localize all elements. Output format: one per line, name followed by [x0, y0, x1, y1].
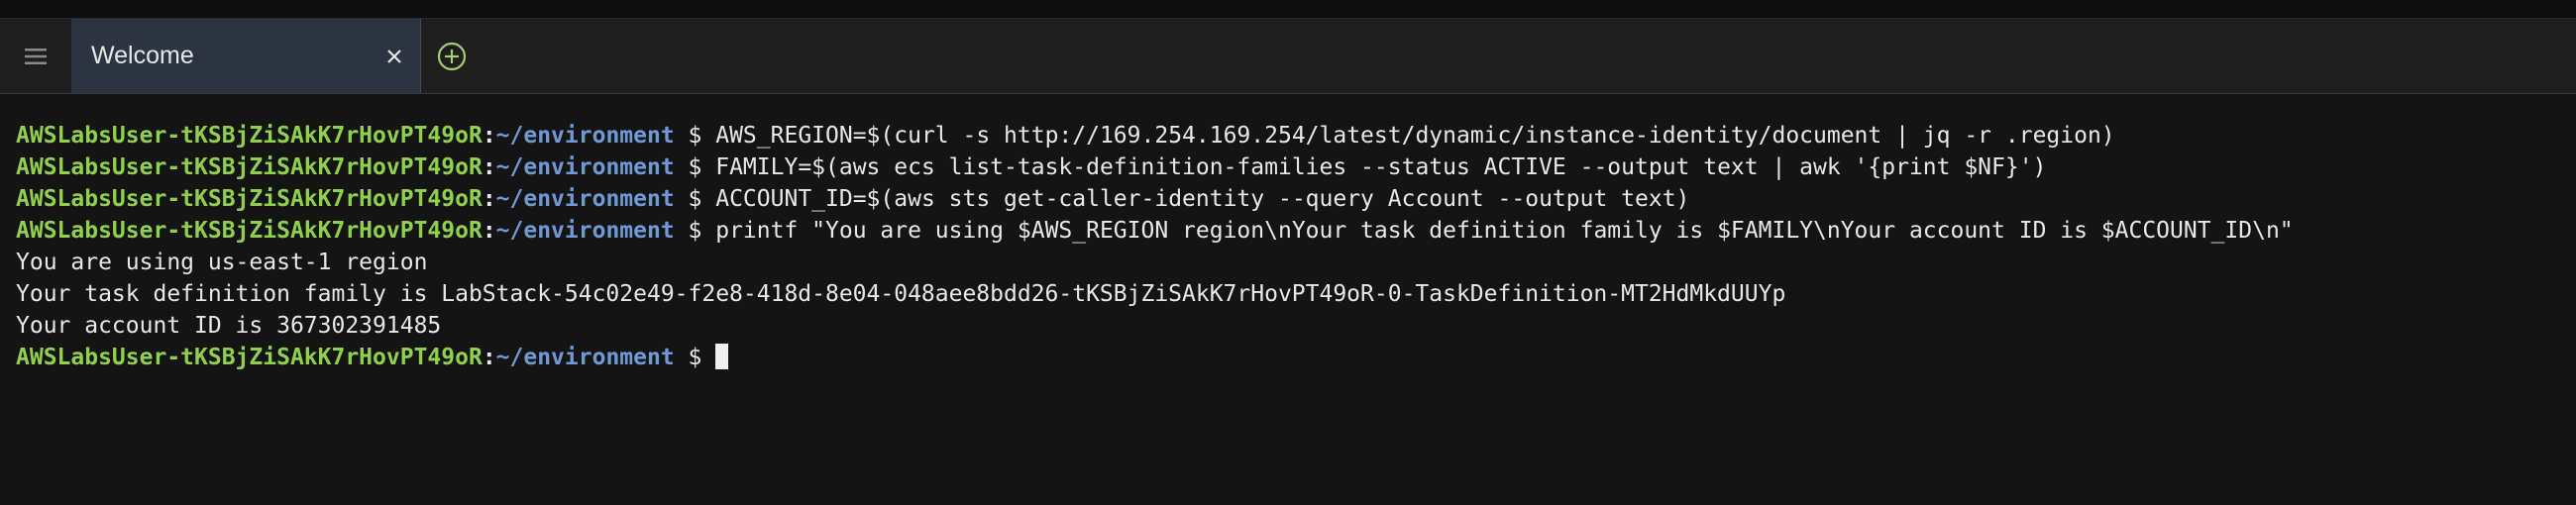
- terminal-cursor: [715, 344, 729, 369]
- tab-welcome[interactable]: Welcome: [71, 19, 421, 93]
- close-icon[interactable]: [384, 47, 404, 66]
- prompt-separator: :: [482, 218, 496, 244]
- hamburger-menu-icon: [25, 48, 47, 64]
- prompt-path: ~/environment: [495, 345, 675, 370]
- terminal-prompt-line: AWSLabsUser-tKSBjZiSAkK7rHovPT49oR:~/env…: [16, 183, 2576, 215]
- command-text: ACCOUNT_ID=$(aws sts get-caller-identity…: [715, 186, 1690, 212]
- prompt-symbol: $: [674, 154, 716, 180]
- tab-menu-button[interactable]: [0, 19, 72, 93]
- terminal-output-line: You are using us-east-1 region: [16, 247, 2576, 278]
- terminal-output-line: Your account ID is 367302391485: [16, 310, 2576, 342]
- output-text: You are using us-east-1 region: [16, 250, 428, 275]
- terminal-output[interactable]: AWSLabsUser-tKSBjZiSAkK7rHovPT49oR:~/env…: [0, 94, 2576, 505]
- tab-bar: Welcome: [0, 19, 2576, 94]
- output-text: Your task definition family is LabStack-…: [16, 281, 1786, 307]
- prompt-user: AWSLabsUser-tKSBjZiSAkK7rHovPT49oR: [16, 218, 483, 244]
- terminal-output-line: Your task definition family is LabStack-…: [16, 278, 2576, 310]
- terminal-prompt-line: AWSLabsUser-tKSBjZiSAkK7rHovPT49oR:~/env…: [16, 152, 2576, 183]
- prompt-separator: :: [482, 186, 496, 212]
- command-text: printf "You are using $AWS_REGION region…: [715, 218, 2294, 244]
- prompt-symbol: $: [674, 186, 716, 212]
- command-text: AWS_REGION=$(curl -s http://169.254.169.…: [715, 123, 2115, 149]
- terminal-prompt-line: AWSLabsUser-tKSBjZiSAkK7rHovPT49oR:~/env…: [16, 342, 2576, 373]
- prompt-separator: :: [482, 154, 496, 180]
- prompt-symbol: $: [674, 123, 716, 149]
- prompt-path: ~/environment: [495, 186, 675, 212]
- top-strip: [0, 0, 2576, 19]
- prompt-separator: :: [482, 345, 496, 370]
- prompt-path: ~/environment: [495, 154, 675, 180]
- output-text: Your account ID is 367302391485: [16, 313, 442, 339]
- prompt-symbol: $: [674, 345, 716, 370]
- tab-label: Welcome: [91, 42, 194, 69]
- terminal-prompt-line: AWSLabsUser-tKSBjZiSAkK7rHovPT49oR:~/env…: [16, 215, 2576, 247]
- prompt-user: AWSLabsUser-tKSBjZiSAkK7rHovPT49oR: [16, 186, 483, 212]
- prompt-user: AWSLabsUser-tKSBjZiSAkK7rHovPT49oR: [16, 345, 483, 370]
- command-text: FAMILY=$(aws ecs list-task-definition-fa…: [715, 154, 2047, 180]
- prompt-separator: :: [482, 123, 496, 149]
- prompt-symbol: $: [674, 218, 716, 244]
- prompt-path: ~/environment: [495, 123, 675, 149]
- prompt-path: ~/environment: [495, 218, 675, 244]
- cloud9-terminal-window: Welcome AWSLabsUser-tKSBjZiSAkK7rHovPT49…: [0, 0, 2576, 505]
- terminal-prompt-line: AWSLabsUser-tKSBjZiSAkK7rHovPT49oR:~/env…: [16, 120, 2576, 152]
- prompt-user: AWSLabsUser-tKSBjZiSAkK7rHovPT49oR: [16, 123, 483, 149]
- add-tab-icon[interactable]: [436, 41, 468, 72]
- prompt-user: AWSLabsUser-tKSBjZiSAkK7rHovPT49oR: [16, 154, 483, 180]
